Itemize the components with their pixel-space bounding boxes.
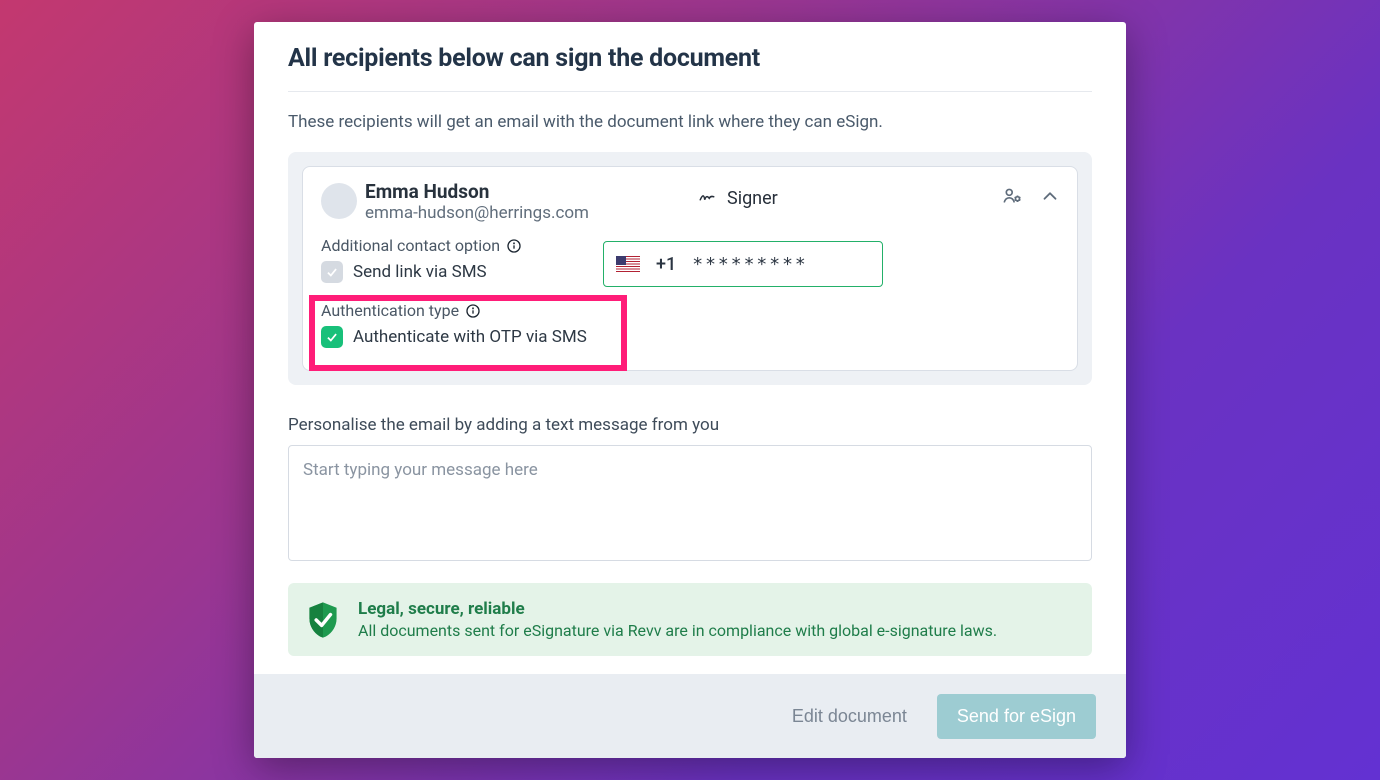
banner-title: Legal, secure, reliable	[358, 599, 997, 619]
message-textarea[interactable]	[288, 445, 1092, 561]
personalise-label: Personalise the email by adding a text m…	[288, 415, 1092, 435]
auth-option-label: Authenticate with OTP via SMS	[353, 327, 587, 347]
info-icon[interactable]	[465, 303, 481, 319]
modal-content: All recipients below can sign the docume…	[254, 22, 1126, 674]
checkbox-unchecked	[321, 261, 343, 283]
signature-icon	[697, 187, 717, 210]
recipient-card: Emma Hudson emma-hudson@herrings.com Sig…	[302, 166, 1078, 371]
auth-otp-sms-option[interactable]: Authenticate with OTP via SMS	[321, 326, 1059, 348]
recipients-panel: Emma Hudson emma-hudson@herrings.com Sig…	[288, 152, 1092, 385]
modal-subtitle: These recipients will get an email with …	[288, 112, 1092, 132]
recipient-role[interactable]: Signer	[697, 187, 778, 210]
send-link-sms-label: Send link via SMS	[353, 262, 487, 282]
recipient-controls	[1001, 185, 1061, 211]
banner-text-block: Legal, secure, reliable All documents se…	[358, 599, 997, 640]
chevron-up-icon[interactable]	[1039, 185, 1061, 211]
user-settings-icon[interactable]	[1001, 185, 1023, 211]
legal-banner: Legal, secure, reliable All documents se…	[288, 583, 1092, 656]
phone-masked: *********	[692, 254, 808, 275]
phone-number-input[interactable]: +1 *********	[603, 241, 883, 287]
recipient-email: emma-hudson@herrings.com	[365, 203, 589, 224]
additional-contact-label: Additional contact option	[321, 236, 500, 255]
us-flag-icon	[616, 256, 640, 272]
recipient-name-block: Emma Hudson emma-hudson@herrings.com	[365, 181, 589, 224]
phone-prefix: +1	[656, 254, 676, 275]
checkbox-checked	[321, 326, 343, 348]
divider	[288, 91, 1092, 92]
send-for-esign-button[interactable]: Send for eSign	[937, 694, 1096, 739]
info-icon[interactable]	[506, 238, 522, 254]
avatar	[321, 183, 357, 219]
auth-label-row: Authentication type	[321, 301, 1059, 320]
authentication-section: Authentication type Authenticate with OT…	[321, 301, 1059, 348]
recipient-name: Emma Hudson	[365, 181, 589, 203]
send-for-esign-modal: All recipients below can sign the docume…	[254, 22, 1126, 758]
role-label: Signer	[727, 188, 778, 209]
modal-title: All recipients below can sign the docume…	[288, 44, 1092, 73]
edit-document-button[interactable]: Edit document	[792, 706, 907, 727]
shield-check-icon	[306, 601, 340, 639]
recipient-header: Emma Hudson emma-hudson@herrings.com	[321, 181, 1059, 224]
banner-text: All documents sent for eSignature via Re…	[358, 621, 997, 640]
modal-footer: Edit document Send for eSign	[254, 674, 1126, 758]
auth-type-label: Authentication type	[321, 301, 459, 320]
